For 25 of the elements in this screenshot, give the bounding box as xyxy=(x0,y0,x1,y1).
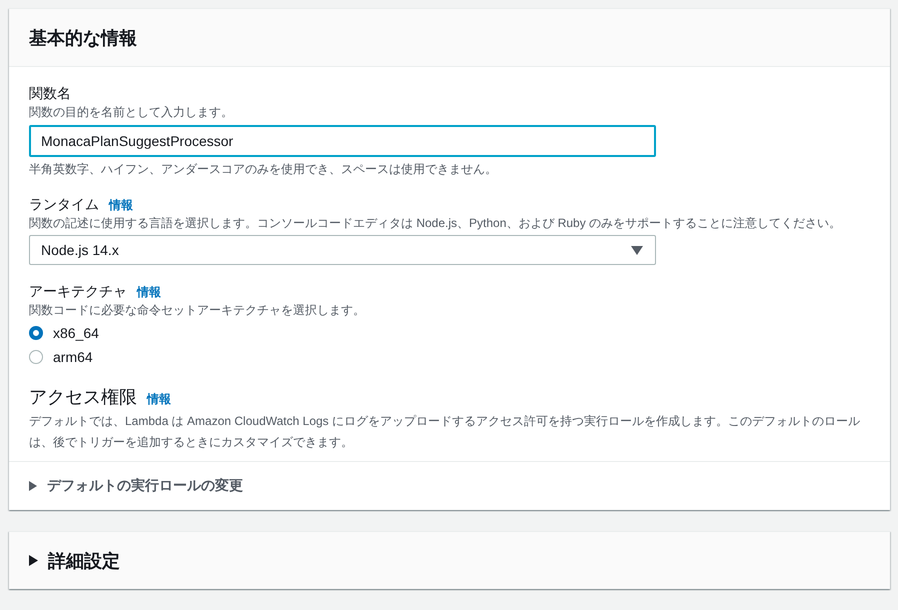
section-title: アクセス権限 xyxy=(29,386,137,409)
function-name-input[interactable]: MonacaPlanSuggestProcessor xyxy=(29,125,656,157)
panel-title: 詳細設定 xyxy=(48,550,120,572)
role-expander[interactable]: デフォルトの実行ロールの変更 xyxy=(9,461,890,510)
runtime-select[interactable]: Node.js 14.x xyxy=(29,235,656,265)
section-description: デフォルトでは、Lambda は Amazon CloudWatch Logs にログをアップロードするアクセス許可を持つ実行ロールを作成します。このデフォルトのロールは、後でトリガーを追加するときにカスタマイズできます。 xyxy=(29,413,861,451)
radio-label: x86_64 xyxy=(53,325,99,341)
caret-icon xyxy=(29,555,38,566)
field-hint: 半角英数字、ハイフン、アンダースコアのみを使用でき、スペースは使用できません。 xyxy=(29,161,497,178)
info-link[interactable]: 情報 xyxy=(147,391,171,408)
radio-button[interactable] xyxy=(29,350,43,364)
field-label: ランタイム xyxy=(29,195,99,214)
radio-button[interactable] xyxy=(29,326,43,340)
field-description: 関数の記述に使用する言語を選択します。コンソールコードエディタは Node.js、Python、および Ruby のみをサポートすることに注意してください。 xyxy=(29,215,842,232)
field-label: 関数名 xyxy=(29,84,71,103)
caret-icon xyxy=(631,246,643,254)
panel-title: 基本的な情報 xyxy=(29,26,137,50)
caret-icon xyxy=(29,481,37,491)
radio-label: arm64 xyxy=(53,349,93,365)
field-label: アーキテクチャ xyxy=(29,282,127,301)
advanced-settings-panel[interactable]: 詳細設定 xyxy=(9,531,890,589)
info-link[interactable]: 情報 xyxy=(109,197,133,214)
info-link[interactable]: 情報 xyxy=(137,284,161,301)
field-description: 関数の目的を名前として入力します。 xyxy=(29,104,233,121)
field-description: 関数コードに必要な命令セットアーキテクチャを選択します。 xyxy=(29,302,365,319)
